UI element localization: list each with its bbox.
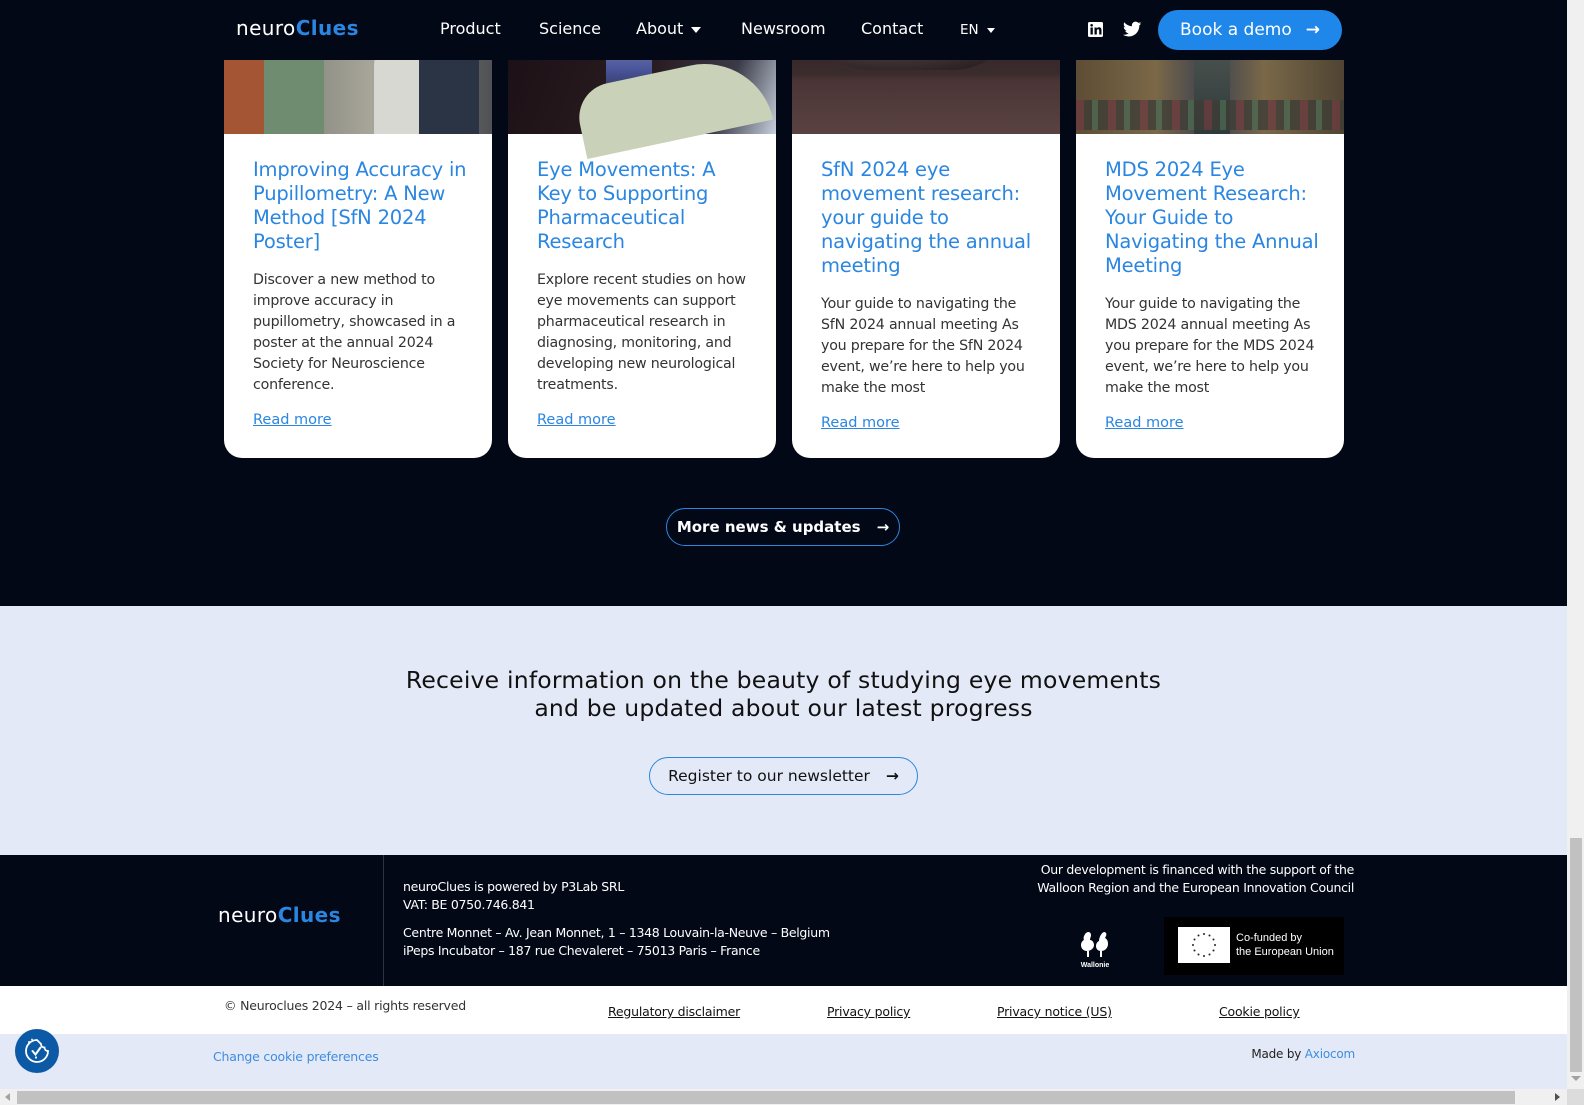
eu-line2: the European Union	[1236, 946, 1334, 958]
vertical-scrollbar-thumb[interactable]	[1570, 838, 1582, 1072]
horizontal-scrollbar-thumb[interactable]	[17, 1091, 1515, 1104]
logo-text-neuro: neuro	[218, 903, 278, 927]
news-card[interactable]: SfN 2024 eye movement research: your gui…	[792, 0, 1060, 458]
twitter-icon[interactable]	[1123, 21, 1142, 38]
eu-cofunded-text: Co-funded by the European Union	[1236, 931, 1334, 959]
cookie-check-icon	[25, 1038, 49, 1063]
card-description: Discover a new method to improve accurac…	[253, 272, 456, 393]
copyright: © Neuroclues 2024 – all rights reserved	[224, 998, 466, 1013]
news-card[interactable]: Eye Movements: A Key to Supporting Pharm…	[508, 0, 776, 458]
nav-about-label: About	[636, 19, 684, 38]
eu-flag-icon	[1178, 927, 1230, 963]
vertical-scrollbar[interactable]	[1567, 0, 1584, 1089]
site-footer: neuroClues neuroClues is powered by P3La…	[0, 855, 1567, 986]
chevron-down-icon	[691, 26, 702, 33]
nav-science[interactable]: Science	[539, 19, 601, 38]
wallonie-logo: Wallonie	[1078, 929, 1112, 969]
logo-text-clues: Clues	[277, 903, 341, 927]
footer-divider	[383, 855, 384, 986]
newsletter-heading: Receive information on the beauty of stu…	[0, 666, 1567, 722]
footer-logo[interactable]: neuroClues	[218, 903, 341, 927]
card-title[interactable]: Eye Movements: A Key to Supporting Pharm…	[537, 158, 754, 254]
cookie-settings-button[interactable]	[15, 1029, 59, 1073]
eu-line1: Co-funded by	[1236, 932, 1303, 944]
funding-line1: Our development is financed with the sup…	[1040, 862, 1355, 877]
book-demo-label: Book a demo	[1180, 20, 1292, 40]
book-demo-button[interactable]: Book a demo →	[1158, 10, 1342, 50]
nav-newsroom[interactable]: Newsroom	[741, 19, 826, 38]
register-newsletter-label: Register to our newsletter	[668, 767, 870, 785]
site-header: neuroClues Product Science About Newsroo…	[0, 0, 1567, 60]
made-by: Made by Axiocom	[1251, 1047, 1355, 1061]
horizontal-scrollbar[interactable]	[0, 1089, 1567, 1105]
read-more-link[interactable]: Read more	[821, 415, 900, 431]
nav-product[interactable]: Product	[440, 19, 501, 38]
chevron-down-icon	[986, 27, 995, 33]
regulatory-disclaimer-link[interactable]: Regulatory disclaimer	[608, 1004, 740, 1019]
card-title[interactable]: SfN 2024 eye movement research: your gui…	[821, 158, 1038, 278]
read-more-link[interactable]: Read more	[537, 412, 616, 428]
register-newsletter-button[interactable]: Register to our newsletter →	[649, 757, 918, 795]
privacy-notice-us-link[interactable]: Privacy notice (US)	[997, 1004, 1112, 1019]
logo-text-neuro: neuro	[236, 16, 296, 40]
eu-cofunded-logo: Co-funded by the European Union	[1164, 917, 1344, 975]
funding-line2: Walloon Region and the European Innovati…	[1037, 880, 1354, 895]
made-by-prefix: Made by	[1251, 1047, 1302, 1061]
newsletter-section: Receive information on the beauty of stu…	[0, 606, 1567, 855]
rooster-icon	[1081, 931, 1108, 957]
language-label: EN	[960, 22, 979, 38]
newsletter-heading-line2: and be updated about our latest progress	[534, 694, 1033, 722]
vat-number: VAT: BE 0750.746.841	[403, 897, 535, 912]
change-cookie-preferences-link[interactable]: Change cookie preferences	[213, 1049, 379, 1064]
news-card[interactable]: Improving Accuracy in Pupillometry: A Ne…	[224, 0, 492, 458]
news-card[interactable]: MDS 2024 Eye Movement Research: Your Gui…	[1076, 0, 1344, 458]
read-more-link[interactable]: Read more	[1105, 415, 1184, 431]
card-title[interactable]: Improving Accuracy in Pupillometry: A Ne…	[253, 158, 470, 254]
logo[interactable]: neuroClues	[236, 16, 359, 40]
news-section: Improving Accuracy in Pupillometry: A Ne…	[0, 0, 1567, 606]
address-belgium: Centre Monnet – Av. Jean Monnet, 1 – 134…	[403, 925, 830, 940]
scroll-down-arrow-icon[interactable]	[1571, 1076, 1581, 1081]
card-title[interactable]: MDS 2024 Eye Movement Research: Your Gui…	[1105, 158, 1322, 278]
scroll-right-arrow-icon[interactable]	[1555, 1093, 1560, 1101]
card-description: Explore recent studies on how eye moveme…	[537, 272, 746, 393]
address-france: iPeps Incubator – 187 rue Chevaleret – 7…	[403, 943, 760, 958]
cookie-policy-link[interactable]: Cookie policy	[1219, 1004, 1300, 1019]
newsletter-heading-line1: Receive information on the beauty of stu…	[405, 666, 1162, 694]
arrow-right-icon: →	[885, 767, 899, 785]
scrollbar-corner	[1567, 1089, 1584, 1105]
arrow-right-icon: →	[1305, 20, 1320, 40]
more-news-button[interactable]: More news & updates →	[666, 508, 900, 546]
card-description: Your guide to navigating the MDS 2024 an…	[1105, 296, 1315, 396]
arrow-right-icon: →	[876, 518, 890, 536]
card-description: Your guide to navigating the SfN 2024 an…	[821, 296, 1025, 396]
page: Improving Accuracy in Pupillometry: A Ne…	[0, 0, 1567, 1089]
logo-text-clues: Clues	[295, 16, 359, 40]
scroll-left-arrow-icon[interactable]	[5, 1093, 10, 1101]
privacy-policy-link[interactable]: Privacy policy	[827, 1004, 910, 1019]
wallonie-label: Wallonie	[1080, 962, 1110, 969]
linkedin-icon[interactable]	[1087, 21, 1104, 38]
legal-bar: © Neuroclues 2024 – all rights reserved …	[0, 986, 1567, 1034]
more-news-label: More news & updates	[676, 518, 861, 536]
axiocom-link[interactable]: Axiocom	[1305, 1047, 1355, 1061]
nav-about[interactable]: About	[636, 19, 702, 38]
read-more-link[interactable]: Read more	[253, 412, 332, 428]
bottom-bar: Change cookie preferences Made by Axioco…	[0, 1034, 1567, 1089]
funding-statement: Our development is financed with the sup…	[1037, 861, 1354, 897]
language-selector[interactable]: EN	[960, 22, 995, 38]
nav-contact[interactable]: Contact	[861, 19, 923, 38]
company-line: neuroClues is powered by P3Lab SRL	[403, 879, 624, 894]
